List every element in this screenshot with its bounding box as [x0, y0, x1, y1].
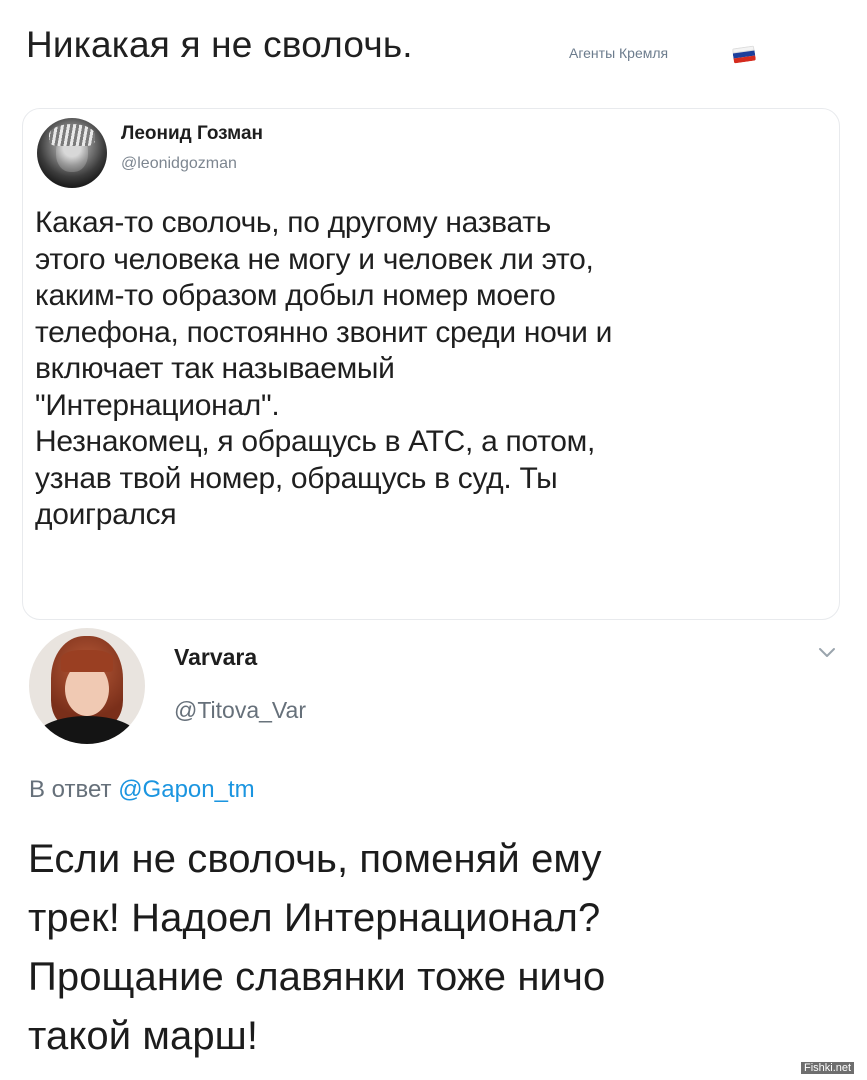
avatar-shirt [37, 716, 137, 744]
chevron-down-icon[interactable] [818, 646, 836, 660]
watermark: Fishki.net [801, 1062, 855, 1074]
reply-author-name[interactable]: Varvara [174, 644, 257, 671]
channel-tag[interactable]: Агенты Кремля [569, 45, 668, 61]
tweet-text: Какая-то сволочь, по другому назвать это… [35, 206, 613, 531]
page-title: Никакая я не сволочь. [26, 24, 413, 65]
reply-context: В ответ @Gapon_tm [29, 776, 255, 804]
quoted-tweet-card[interactable]: Леонид Гозман @leonidgozman Какая-то сво… [22, 108, 840, 620]
avatar-bangs [61, 650, 113, 672]
post-header: Никакая я не сволочь. Агенты Кремля [26, 14, 846, 84]
reply-prefix: В ответ [29, 776, 112, 803]
avatar-hair [49, 124, 95, 146]
russian-flag-icon [732, 45, 756, 64]
reply-text: Если не сволочь, поменяй ему трек! Надое… [28, 837, 606, 1058]
avatar[interactable] [37, 118, 107, 188]
reply-avatar[interactable] [29, 628, 145, 744]
author-name[interactable]: Леонид Гозман [121, 123, 263, 145]
reply-author-handle[interactable]: @Titova_Var [174, 697, 306, 724]
reply-mention-link[interactable]: @Gapon_tm [118, 776, 254, 803]
author-handle[interactable]: @leonidgozman [121, 155, 237, 173]
